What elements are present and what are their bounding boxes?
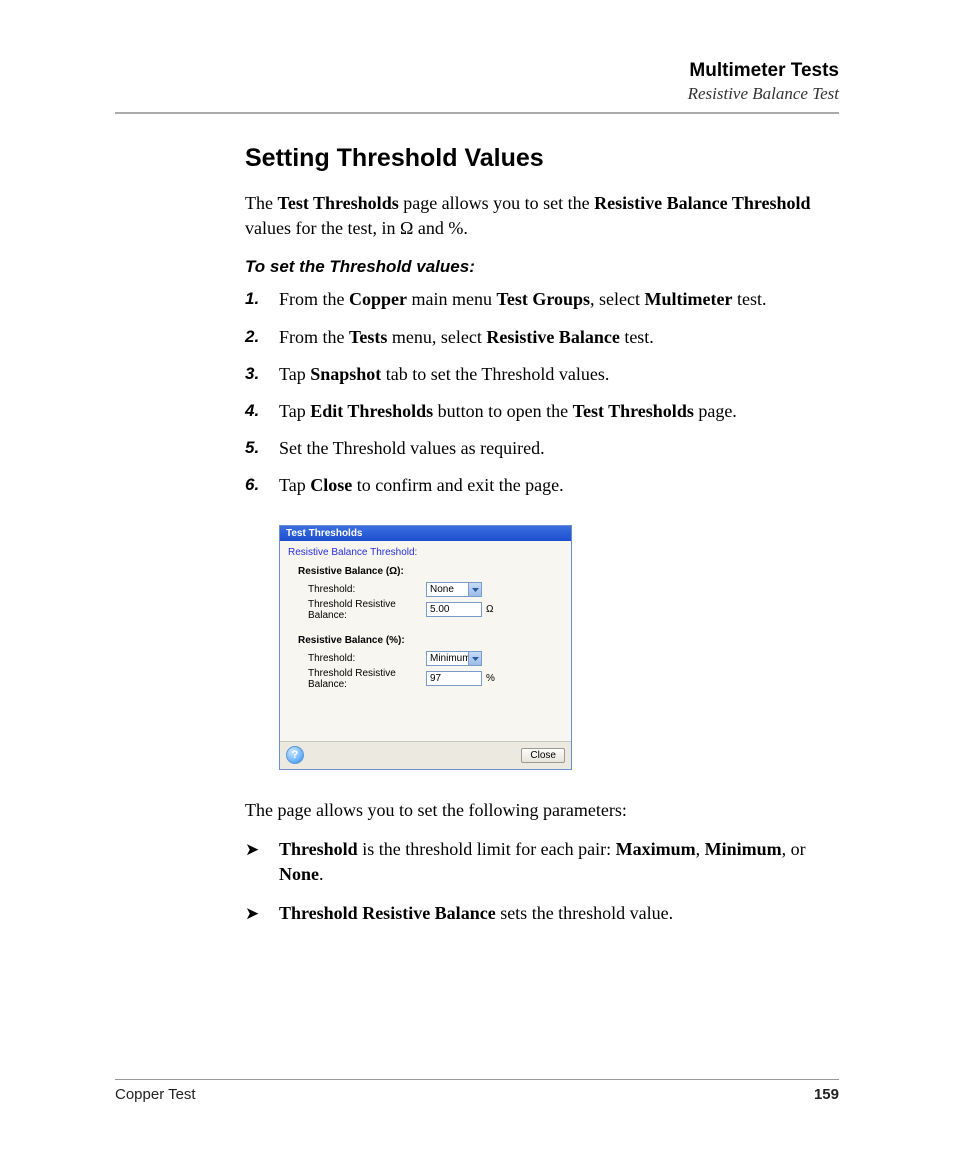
text-bold: Maximum [616,839,696,859]
step-item: From the Copper main menu Test Groups, s… [245,287,839,312]
text-bold: Threshold [279,839,358,859]
text: Tap [279,364,310,384]
text: is the threshold limit for each pair: [358,839,616,859]
dialog-row: Threshold: None [308,581,563,599]
unit-label: % [486,673,495,684]
text: to confirm and exit the page. [352,475,563,495]
dialog-section-title-pct: Resistive Balance (%): [298,635,563,646]
parameter-list: Threshold is the threshold limit for eac… [245,837,839,927]
text: , or [782,839,806,859]
text: Tap [279,475,310,495]
page-number: 159 [814,1086,839,1103]
dialog-row: Threshold Resistive Balance: 5.00 Ω [308,601,563,619]
step-item: Set the Threshold values as required. [245,436,839,461]
select-value: Minimum [430,653,471,664]
intro-paragraph: The Test Thresholds page allows you to s… [245,191,839,241]
dialog-footer: ? Close [280,741,571,769]
help-icon[interactable]: ? [286,746,304,764]
dialog-label: Threshold: [308,584,426,595]
dialog-row: Threshold Resistive Balance: 97 % [308,670,563,688]
threshold-pct-input[interactable]: 97 [426,671,482,686]
header-title: Multimeter Tests [115,60,839,82]
unit-label: Ω [486,604,493,615]
header-subtitle: Resistive Balance Test [115,84,839,104]
step-item: From the Tests menu, select Resistive Ba… [245,325,839,350]
dialog-body: Resistive Balance Threshold: Resistive B… [280,541,571,741]
text-bold: Copper [349,289,407,309]
text: , select [590,289,644,309]
dialog-titlebar: Test Thresholds [280,526,571,541]
step-item: Tap Snapshot tab to set the Threshold va… [245,362,839,387]
text-bold: None [279,864,319,884]
text: page. [694,401,737,421]
text-bold: Test Thresholds [277,193,398,213]
text: main menu [407,289,496,309]
steps-list: From the Copper main menu Test Groups, s… [245,287,839,498]
header-rule [115,112,839,114]
dialog-row: Threshold: Minimum [308,650,563,668]
list-item: Threshold is the threshold limit for eac… [245,837,839,887]
text: Tap [279,401,310,421]
text-bold: Test Groups [496,289,590,309]
text: test. [620,327,654,347]
text: Set the Threshold values as required. [279,438,545,458]
text-bold: Close [310,475,352,495]
text: menu, select [387,327,486,347]
test-thresholds-dialog: Test Thresholds Resistive Balance Thresh… [279,525,572,770]
list-item: Threshold Resistive Balance sets the thr… [245,901,839,926]
dialog-screenshot: Test Thresholds Resistive Balance Thresh… [279,525,839,770]
step-item: Tap Close to confirm and exit the page. [245,473,839,498]
page-footer: Copper Test 159 [115,1079,839,1103]
text: test. [732,289,766,309]
close-button[interactable]: Close [521,748,565,763]
text-bold: Resistive Balance Threshold [594,193,810,213]
text: From the [279,289,349,309]
text-bold: Minimum [705,839,782,859]
select-value: None [430,584,454,595]
threshold-ohm-select[interactable]: None [426,582,482,597]
text-bold: Tests [349,327,387,347]
text: , [696,839,705,859]
text-bold: Edit Thresholds [310,401,433,421]
dialog-label: Threshold Resistive Balance: [308,668,426,690]
threshold-ohm-input[interactable]: 5.00 [426,602,482,617]
dialog-section-title-ohm: Resistive Balance (Ω): [298,566,563,577]
text: button to open the [433,401,572,421]
text-bold: Multimeter [645,289,733,309]
page-header: Multimeter Tests Resistive Balance Test [115,60,839,104]
dialog-label: Threshold Resistive Balance: [308,599,426,621]
chevron-down-icon[interactable] [468,652,481,665]
dialog-label: Threshold: [308,653,426,664]
text: tab to set the Threshold values. [381,364,609,384]
section-title: Setting Threshold Values [245,144,839,173]
chevron-down-icon[interactable] [468,583,481,596]
text: From the [279,327,349,347]
footer-left: Copper Test [115,1086,196,1103]
text: . [319,864,324,884]
step-item: Tap Edit Thresholds button to open the T… [245,399,839,424]
text: page allows you to set the [399,193,594,213]
text: values for the test, in Ω and %. [245,218,468,238]
post-dialog-paragraph: The page allows you to set the following… [245,798,839,823]
content-area: Setting Threshold Values The Test Thresh… [245,144,839,926]
steps-heading: To set the Threshold values: [245,257,839,277]
text-bold: Test Thresholds [573,401,694,421]
text-bold: Threshold Resistive Balance [279,903,496,923]
text: sets the threshold value. [496,903,673,923]
text-bold: Snapshot [310,364,381,384]
threshold-pct-select[interactable]: Minimum [426,651,482,666]
text: The [245,193,277,213]
dialog-group-title: Resistive Balance Threshold: [288,547,563,558]
text-bold: Resistive Balance [486,327,619,347]
